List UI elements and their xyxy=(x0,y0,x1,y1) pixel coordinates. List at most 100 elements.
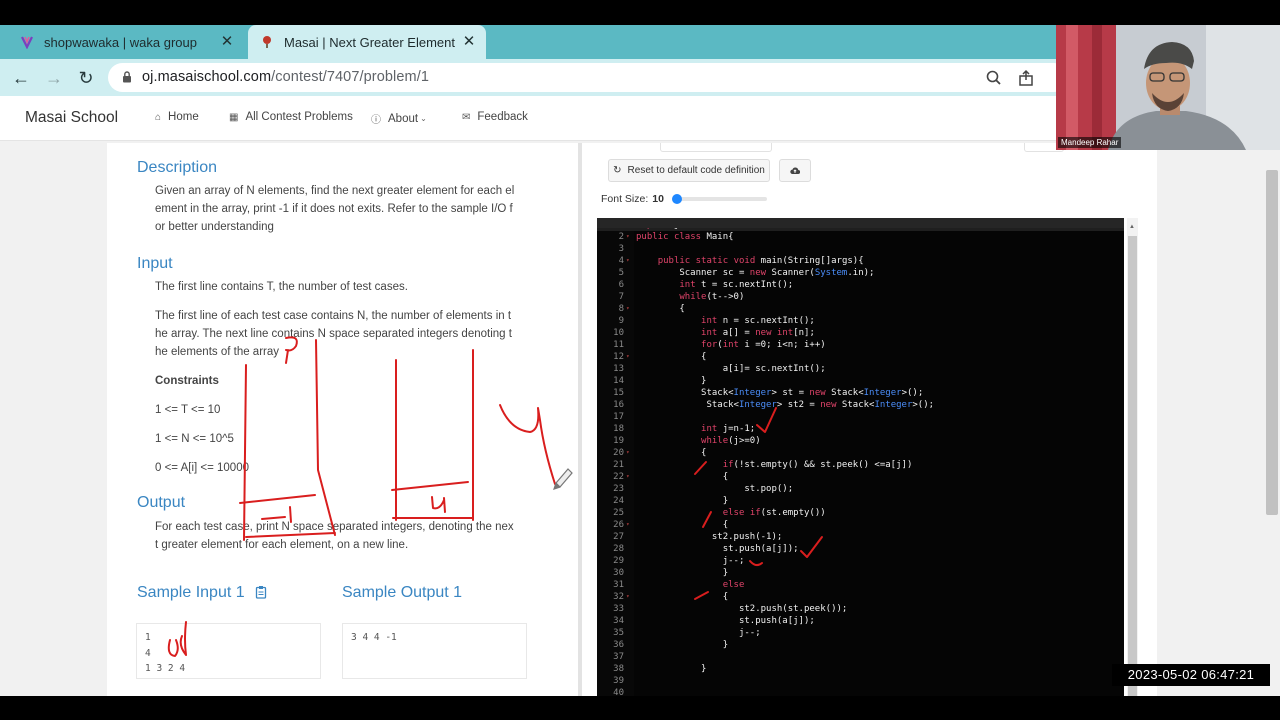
code-line[interactable]: 33 st2.push(st.peek()); xyxy=(597,603,1124,615)
nav-about[interactable]: ⓘ About ⌄ xyxy=(371,111,427,127)
fold-arrow-icon[interactable]: ▾ xyxy=(626,519,630,531)
zoom-icon[interactable] xyxy=(984,68,1004,88)
code-line[interactable]: 39 xyxy=(597,675,1124,687)
line-number: 7 xyxy=(618,292,624,302)
reset-code-button[interactable]: ↻ Reset to default code definition xyxy=(608,159,770,182)
code-line[interactable]: 37 xyxy=(597,651,1124,663)
code-line[interactable]: 7 while(t-->0) xyxy=(597,291,1124,303)
code-line[interactable]: 17 xyxy=(597,411,1124,423)
line-number: 21 xyxy=(613,460,624,470)
code-line[interactable]: 2 ▾ public class Main{ xyxy=(597,231,1124,243)
line-number: 26 xyxy=(613,520,624,530)
code-line[interactable]: 4 ▾ public static void main(String[]args)… xyxy=(597,255,1124,267)
text-line: he array. The next line contains N space… xyxy=(155,328,512,340)
copy-clipboard-icon[interactable] xyxy=(255,585,267,599)
code-line[interactable]: 16 Stack<Integer> st2 = new Stack<Intege… xyxy=(597,399,1124,411)
scroll-up-arrow-icon[interactable]: ▲ xyxy=(1129,224,1135,230)
code-editor[interactable]: 1import java.util.*;2▾public class Main{… xyxy=(597,218,1124,696)
fold-arrow-icon[interactable]: ▾ xyxy=(626,447,630,459)
fold-arrow-icon[interactable]: ▾ xyxy=(626,591,630,603)
code-text: else if(st.empty()) xyxy=(722,508,826,518)
code-line[interactable]: 34 st.push(a[j]); xyxy=(597,615,1124,627)
close-tab-icon[interactable]: ✕ xyxy=(218,33,236,51)
fold-arrow-icon[interactable]: ▾ xyxy=(626,231,630,243)
nav-all-contest-problems[interactable]: ▦ All Contest Problems xyxy=(229,111,353,123)
code-line[interactable]: 22 ▾ { xyxy=(597,471,1124,483)
code-text: int t = sc.nextInt(); xyxy=(679,280,794,290)
code-text: while(t-->0) xyxy=(679,292,745,302)
scrollbar-thumb[interactable] xyxy=(1128,236,1137,696)
line-number: 19 xyxy=(613,436,624,446)
code-line[interactable]: 36 } xyxy=(597,639,1124,651)
line-number: 2 xyxy=(618,232,624,242)
nav-home[interactable]: ⌂ Home xyxy=(155,111,199,123)
code-line[interactable]: 38 } xyxy=(597,663,1124,675)
code-line[interactable]: 6 int t = sc.nextInt(); xyxy=(597,279,1124,291)
font-size-slider[interactable] xyxy=(672,194,767,204)
tab-masai-next-greater-element[interactable]: Masai | Next Greater Element ✕ xyxy=(248,25,486,59)
code-text: { xyxy=(636,592,729,602)
line-number: 34 xyxy=(613,616,624,626)
fold-arrow-icon[interactable]: ▾ xyxy=(626,351,630,363)
line-number: 39 xyxy=(613,676,624,686)
constraint-item: 1 <= N <= 10^5 xyxy=(155,433,234,445)
fold-arrow-icon[interactable]: ▾ xyxy=(626,303,630,315)
code-line[interactable]: 24 } xyxy=(597,495,1124,507)
forward-button[interactable]: → xyxy=(42,66,66,90)
code-line[interactable]: 23 st.pop(); xyxy=(597,483,1124,495)
slider-knob[interactable] xyxy=(672,194,682,204)
fold-arrow-icon[interactable]: ▾ xyxy=(626,471,630,483)
url-text: oj.masaischool.com/contest/7407/problem/… xyxy=(142,69,429,85)
code-text: Stack<Integer> st2 = new Stack<Integer>(… xyxy=(636,400,935,410)
site-brand[interactable]: Masai School xyxy=(25,109,118,127)
code-line[interactable]: 40 xyxy=(597,687,1124,696)
line-number: 20 xyxy=(613,448,624,458)
editor-scrollbar[interactable]: ▲ xyxy=(1127,218,1138,696)
code-line[interactable]: 13 a[i]= sc.nextInt(); xyxy=(597,363,1124,375)
nav-feedback[interactable]: ✉ Feedback xyxy=(462,111,528,123)
code-line[interactable]: 20 ▾ { xyxy=(597,447,1124,459)
code-line[interactable]: 9 int n = sc.nextInt(); xyxy=(597,315,1124,327)
line-number: 13 xyxy=(613,364,624,374)
share-icon[interactable] xyxy=(1016,68,1036,88)
line-number: 5 xyxy=(618,268,624,278)
line-number: 30 xyxy=(613,568,624,578)
code-text: j--; xyxy=(636,556,745,566)
code-line[interactable]: 26 ▾ { xyxy=(597,519,1124,531)
code-line[interactable]: 18 int j=n-1; xyxy=(597,423,1124,435)
code-line[interactable]: 35 j--; xyxy=(597,627,1124,639)
sample-input-heading: Sample Input 1 xyxy=(137,584,267,602)
tab-shopwawaka[interactable]: shopwawaka | waka group ✕ xyxy=(8,25,244,59)
code-line[interactable]: 25 else if(st.empty()) xyxy=(597,507,1124,519)
code-line[interactable]: 27 st2.push(-1); xyxy=(597,531,1124,543)
line-number: 10 xyxy=(613,328,624,338)
upload-button[interactable] xyxy=(779,159,811,182)
code-line[interactable]: 32 ▾ { xyxy=(597,591,1124,603)
reload-button[interactable]: ↻ xyxy=(74,66,98,90)
code-line[interactable]: 14 } xyxy=(597,375,1124,387)
code-line[interactable]: 5 Scanner sc = new Scanner(System.in); xyxy=(597,267,1124,279)
line-number: 23 xyxy=(613,484,624,494)
code-line[interactable]: 19 while(j>=0) xyxy=(597,435,1124,447)
language-select-partial[interactable] xyxy=(660,143,772,152)
code-line[interactable]: 31 else xyxy=(597,579,1124,591)
code-line[interactable]: 8 ▾ { xyxy=(597,303,1124,315)
back-button[interactable]: ← xyxy=(9,66,33,90)
code-line[interactable]: 28 st.push(a[j]); xyxy=(597,543,1124,555)
address-bar[interactable]: oj.masaischool.com/contest/7407/problem/… xyxy=(108,63,1068,92)
cloud-upload-icon xyxy=(790,167,800,175)
line-number: 38 xyxy=(613,664,624,674)
code-line[interactable]: 15 Stack<Integer> st = new Stack<Integer… xyxy=(597,387,1124,399)
close-tab-icon[interactable]: ✕ xyxy=(460,33,478,51)
code-line[interactable]: 10 int a[] = new int[n]; xyxy=(597,327,1124,339)
code-line[interactable]: 12 ▾ { xyxy=(597,351,1124,363)
code-line[interactable]: 11 for(int i =0; i<n; i++) xyxy=(597,339,1124,351)
code-line[interactable]: 3 xyxy=(597,243,1124,255)
code-line[interactable]: 29 j--; xyxy=(597,555,1124,567)
page-scrollbar-thumb[interactable] xyxy=(1266,170,1278,515)
code-line[interactable]: 21 if(!st.empty() && st.peek() <=a[j]) xyxy=(597,459,1124,471)
code-line[interactable]: 30 } xyxy=(597,567,1124,579)
code-text: Scanner sc = new Scanner(System.in); xyxy=(636,268,875,278)
page-scrollbar[interactable] xyxy=(1264,170,1280,696)
fold-arrow-icon[interactable]: ▾ xyxy=(626,255,630,267)
